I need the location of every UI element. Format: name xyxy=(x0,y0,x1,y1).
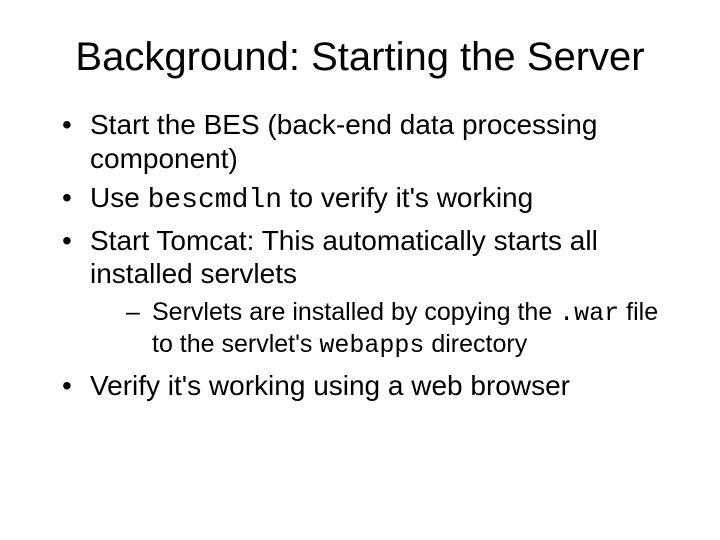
bullet-text: directory xyxy=(424,330,527,358)
bullet-text: to verify it's working xyxy=(282,182,533,213)
code-webapps: webapps xyxy=(319,331,424,360)
sub-bullet-item: Servlets are installed by copying the .w… xyxy=(126,297,670,361)
sub-bullet-list: Servlets are installed by copying the .w… xyxy=(126,297,670,361)
bullet-item: Start Tomcat: This automatically starts … xyxy=(58,224,670,361)
code-bescmdln: bescmdln xyxy=(148,185,282,216)
slide-title: Background: Starting the Server xyxy=(50,34,670,80)
bullet-item: Start the BES (back-end data processing … xyxy=(58,108,670,175)
bullet-list: Start the BES (back-end data processing … xyxy=(58,108,670,403)
code-war: .war xyxy=(559,299,619,328)
bullet-text: Start the BES (back-end data processing … xyxy=(90,109,597,174)
bullet-text: Verify it's working using a web browser xyxy=(90,370,570,401)
bullet-text: Start Tomcat: This automatically starts … xyxy=(90,225,598,290)
bullet-item: Use bescmdln to verify it's working xyxy=(58,181,670,218)
bullet-text: Use xyxy=(90,182,148,213)
slide: Background: Starting the Server Start th… xyxy=(0,0,720,540)
bullet-text: Servlets are installed by copying the xyxy=(152,298,559,326)
bullet-item: Verify it's working using a web browser xyxy=(58,369,670,403)
